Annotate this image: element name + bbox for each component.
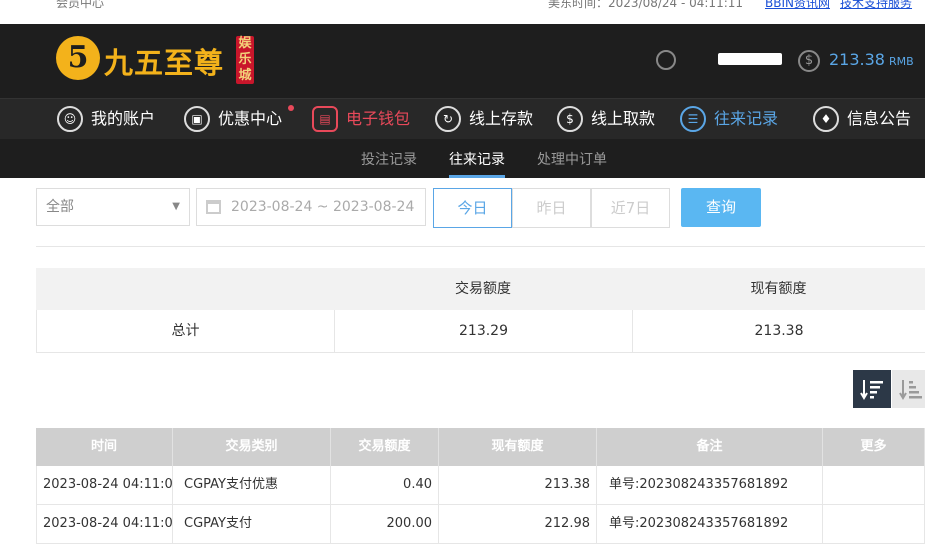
summary-header-cell: 交易额度: [455, 281, 511, 297]
username-masked: [686, 49, 782, 69]
notification-dot: [288, 105, 294, 111]
summary-table: 交易额度 现有额度 总计 213.29 213.38: [36, 268, 925, 353]
cell-balance: 212.98: [439, 505, 597, 543]
brand-badge: 娱乐城: [236, 36, 254, 84]
records-icon: ☰: [680, 106, 706, 132]
cell-amount: 200.00: [331, 505, 439, 543]
user-avatar-icon: [656, 50, 676, 70]
tab-pending-orders[interactable]: 处理中订单: [537, 149, 607, 169]
nav-label: 信息公告: [847, 109, 912, 128]
cell-note: 单号:202308243357681892: [597, 466, 823, 504]
transaction-type-select[interactable]: 全部 ▼: [36, 188, 190, 226]
cell-amount: 0.40: [331, 466, 439, 504]
column-header[interactable]: 交易类别: [173, 428, 331, 466]
date-range-value: 2023-08-24 ~ 2023-08-24: [231, 199, 415, 215]
tech-support-link[interactable]: 技术支持服务: [840, 0, 912, 11]
nav-label: 我的账户: [91, 109, 156, 128]
calendar-icon: [206, 200, 221, 214]
site-header: 5 九五至尊 娱乐城 $ 213.38 RMB: [0, 24, 925, 98]
query-button[interactable]: 查询: [681, 188, 761, 227]
dollar-icon: $: [798, 50, 820, 72]
balance-unit: RMB: [888, 55, 914, 68]
main-nav: ☺ 我的账户 ▣ 优惠中心 ▤ 电子钱包 ↻ 线上存款 $ 线上取款 ☰ 往来记…: [0, 98, 925, 139]
column-header[interactable]: 更多: [823, 428, 925, 466]
balance-amount: 213.38: [829, 50, 885, 69]
today-button[interactable]: 今日: [433, 188, 512, 228]
summary-cell: 213.38: [632, 310, 925, 352]
column-header[interactable]: 备注: [597, 428, 823, 466]
yesterday-button[interactable]: 昨日: [512, 188, 591, 228]
logo-mark: 5: [56, 36, 100, 80]
select-value: 全部: [46, 199, 74, 215]
nav-label: 线上取款: [591, 109, 656, 128]
cell-more[interactable]: [823, 505, 925, 543]
cell-time: 2023-08-24 04:11:03: [36, 466, 173, 504]
gift-icon: ▣: [184, 106, 210, 132]
date-range-input[interactable]: 2023-08-24 ~ 2023-08-24: [196, 188, 426, 226]
table-row[interactable]: 2023-08-24 04:11:03 CGPAY支付优惠 0.40 213.3…: [36, 466, 925, 505]
tab-transaction-records[interactable]: 往来记录: [449, 149, 505, 178]
top-bar: 会员中心 美东时间：2023/08/24 - 04:11:11 BBIN资讯网 …: [0, 0, 925, 24]
bbin-news-link[interactable]: BBIN资讯网: [765, 0, 830, 11]
records-table: 时间 交易类别 交易额度 现有额度 备注 更多 2023-08-24 04:11…: [36, 428, 925, 544]
user-icon: ☺: [57, 106, 83, 132]
summary-header-cell: [36, 268, 334, 310]
summary-cell: 总计: [36, 310, 334, 352]
cell-time: 2023-08-24 04:11:03: [36, 505, 173, 543]
table-row[interactable]: 2023-08-24 04:11:03 CGPAY支付 200.00 212.9…: [36, 505, 925, 544]
chevron-down-icon: ▼: [172, 201, 180, 212]
table-header: 时间 交易类别 交易额度 现有额度 备注 更多: [36, 428, 925, 466]
column-header[interactable]: 交易额度: [331, 428, 439, 466]
column-header[interactable]: 现有额度: [439, 428, 597, 466]
cell-note: 单号:202308243357681892: [597, 505, 823, 543]
wallet-icon: ▤: [312, 106, 338, 132]
last-7-days-button[interactable]: 近7日: [591, 188, 670, 228]
tab-bet-records[interactable]: 投注记录: [361, 149, 417, 169]
nav-label: 优惠中心: [218, 109, 283, 128]
sort-desc-icon: [860, 380, 883, 400]
brand-logo[interactable]: 5 九五至尊 娱乐城: [56, 34, 256, 90]
sort-descending-button[interactable]: [853, 370, 891, 408]
divider: [36, 246, 925, 247]
member-center-label[interactable]: 会员中心: [56, 0, 104, 11]
sub-nav: 投注记录 往来记录 处理中订单: [0, 139, 925, 178]
summary-row: 总计 213.29 213.38: [36, 310, 925, 353]
cell-balance: 213.38: [439, 466, 597, 504]
nav-label: 线上存款: [469, 109, 534, 128]
brand-name: 九五至尊: [104, 46, 225, 80]
summary-header: 交易额度 现有额度: [36, 268, 925, 310]
eastern-time-label: 美东时间：2023/08/24 - 04:11:11: [548, 0, 744, 10]
cell-type: CGPAY支付: [173, 505, 331, 543]
withdraw-icon: $: [557, 106, 583, 132]
sort-ascending-button[interactable]: [892, 370, 925, 408]
summary-cell: 213.29: [334, 310, 632, 352]
sort-asc-icon: [899, 380, 922, 400]
deposit-icon: ↻: [435, 106, 461, 132]
nav-label: 往来记录: [714, 109, 779, 128]
column-header[interactable]: 时间: [36, 428, 173, 466]
bell-icon: ♦: [813, 106, 839, 132]
nav-label: 电子钱包: [346, 109, 411, 128]
cell-more[interactable]: [823, 466, 925, 504]
summary-header-cell: 现有额度: [750, 281, 807, 297]
cell-type: CGPAY支付优惠: [173, 466, 331, 504]
